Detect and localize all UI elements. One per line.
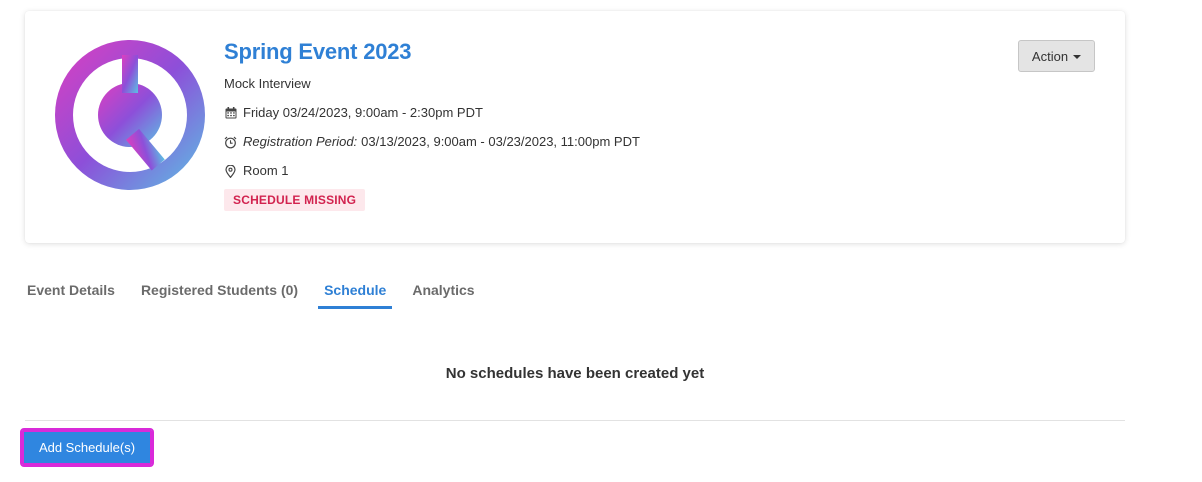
location-row: Room 1: [224, 162, 640, 180]
tab-registered-students[interactable]: Registered Students (0): [135, 281, 304, 309]
tab-schedule[interactable]: Schedule: [318, 281, 393, 309]
event-type: Mock Interview: [224, 76, 311, 91]
divider: [25, 420, 1125, 421]
event-title[interactable]: Spring Event 2023: [224, 37, 640, 67]
event-card: Spring Event 2023 Mock Interview Friday …: [25, 11, 1125, 243]
action-dropdown-button[interactable]: Action: [1018, 40, 1095, 72]
tab-analytics[interactable]: Analytics: [406, 281, 480, 309]
event-date-row: Friday 03/24/2023, 9:00am - 2:30pm PDT: [224, 104, 640, 122]
calendar-icon: [224, 107, 237, 120]
caret-down-icon: [1073, 55, 1082, 59]
event-tabs: Event Details Registered Students (0) Sc…: [21, 281, 495, 309]
alarm-clock-icon: [224, 136, 237, 149]
registration-period-label: Registration Period:: [243, 134, 358, 149]
action-button-label: Action: [1031, 48, 1069, 64]
add-schedule-button[interactable]: Add Schedule(s): [20, 428, 154, 467]
tab-event-details[interactable]: Event Details: [21, 281, 121, 309]
event-info: Spring Event 2023 Mock Interview Friday …: [224, 37, 640, 211]
event-date-text: Friday 03/24/2023, 9:00am - 2:30pm PDT: [243, 105, 483, 120]
page: Spring Event 2023 Mock Interview Friday …: [0, 0, 1202, 482]
event-logo-icon: [55, 40, 205, 190]
map-pin-icon: [224, 164, 237, 178]
registration-period-row: Registration Period: 03/13/2023, 9:00am …: [224, 133, 640, 151]
location-text: Room 1: [243, 163, 289, 178]
registration-period-text: 03/13/2023, 9:00am - 03/23/2023, 11:00pm…: [361, 134, 640, 149]
status-badge: SCHEDULE MISSING: [224, 189, 366, 211]
empty-schedule-message: No schedules have been created yet: [445, 365, 705, 382]
